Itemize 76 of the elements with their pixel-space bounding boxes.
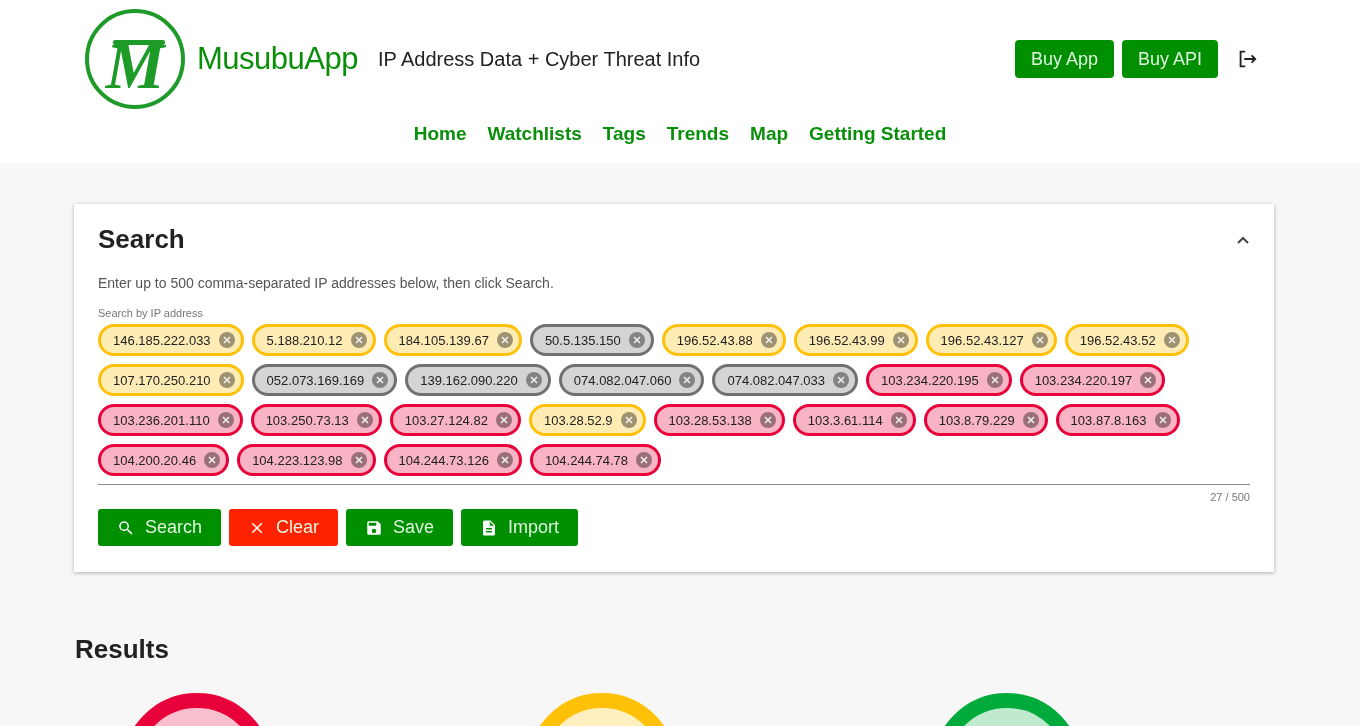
- ip-chip[interactable]: 103.3.61.114: [792, 404, 916, 436]
- instructions: Enter up to 500 comma-separated IP addresses below, then click Search.: [98, 275, 555, 291]
- field-label: Search by IP address: [98, 307, 204, 319]
- logo: M: [85, 9, 185, 109]
- ip-chip[interactable]: 103.8.79.229: [923, 404, 1048, 436]
- remove-icon[interactable]: [1031, 332, 1048, 348]
- remove-icon[interactable]: [1154, 412, 1171, 428]
- ip-chip[interactable]: 104.200.20.46: [98, 444, 230, 476]
- remove-icon[interactable]: [890, 412, 907, 428]
- ip-input-field[interactable]: [98, 324, 1250, 485]
- chevron-icon[interactable]: [1236, 234, 1250, 245]
- buy-button[interactable]: Buy App: [1014, 40, 1114, 78]
- results-title: Results: [75, 634, 170, 665]
- remove-icon[interactable]: [350, 332, 367, 348]
- ip-chip[interactable]: 103.27.124.82: [389, 404, 521, 436]
- remove-icon[interactable]: [218, 372, 235, 388]
- nav-link[interactable]: Tags: [602, 123, 646, 145]
- ip-chip[interactable]: 196.52.43.99: [793, 324, 918, 356]
- remove-icon[interactable]: [217, 412, 234, 428]
- ip-chip[interactable]: 5.188.210.12: [251, 324, 376, 356]
- remove-icon[interactable]: [833, 372, 850, 388]
- buy-button[interactable]: Buy API: [1121, 40, 1218, 78]
- remove-icon[interactable]: [350, 452, 367, 468]
- remove-icon[interactable]: [679, 372, 696, 388]
- ip-chip[interactable]: 103.87.8.163: [1055, 404, 1180, 436]
- remove-icon[interactable]: [760, 332, 777, 348]
- remove-icon[interactable]: [496, 332, 513, 348]
- search-icon: [117, 518, 135, 537]
- ip-chip[interactable]: 104.244.74.78: [529, 444, 662, 476]
- remove-icon[interactable]: [1022, 412, 1039, 428]
- remove-icon[interactable]: [356, 412, 373, 428]
- app-name: MusubuApp: [197, 41, 358, 77]
- remove-icon[interactable]: [986, 372, 1003, 388]
- ip-chip[interactable]: 052.073.169.169: [251, 364, 398, 396]
- remove-icon[interactable]: [759, 412, 776, 428]
- ip-chip[interactable]: 074.082.047.033: [712, 364, 859, 396]
- save-button[interactable]: Save: [346, 509, 454, 546]
- import-button[interactable]: Import: [461, 509, 579, 546]
- nav-link[interactable]: Watchlists: [487, 123, 582, 145]
- ip-chip[interactable]: 139.162.090.220: [405, 364, 551, 396]
- remove-icon[interactable]: [1140, 372, 1157, 388]
- ip-chip[interactable]: 104.223.123.98: [237, 444, 376, 476]
- ip-chip[interactable]: 103.234.220.197: [1019, 364, 1166, 396]
- char-counter: 27 / 500: [1209, 491, 1250, 503]
- ip-chip[interactable]: 184.105.139.67: [383, 324, 522, 356]
- ip-chip[interactable]: 103.236.201.110: [98, 404, 243, 436]
- remove-icon[interactable]: [525, 372, 542, 388]
- remove-icon[interactable]: [496, 452, 513, 468]
- remove-icon[interactable]: [636, 452, 653, 468]
- remove-icon[interactable]: [204, 452, 221, 468]
- remove-icon[interactable]: [495, 412, 512, 428]
- ip-chip[interactable]: 103.28.53.138: [653, 404, 785, 436]
- remove-icon[interactable]: [628, 332, 645, 348]
- nav-link[interactable]: Home: [413, 123, 467, 145]
- ip-chip[interactable]: 50.5.135.150: [529, 324, 654, 356]
- ip-chip[interactable]: 196.52.43.88: [661, 324, 786, 356]
- remove-icon[interactable]: [372, 372, 389, 388]
- ip-chip[interactable]: 103.234.220.195: [866, 364, 1012, 396]
- ip-chip[interactable]: 196.52.43.52: [1064, 324, 1189, 356]
- ip-chip[interactable]: 146.185.222.033: [98, 324, 244, 356]
- ip-chip[interactable]: 196.52.43.127: [925, 324, 1057, 356]
- remove-icon[interactable]: [620, 412, 637, 428]
- nav-link[interactable]: Getting Started: [809, 123, 947, 145]
- card-title: Search: [98, 224, 185, 255]
- ip-chip[interactable]: 103.250.73.13: [250, 404, 382, 436]
- remove-icon[interactable]: [1163, 332, 1180, 348]
- ip-chip[interactable]: 103.28.52.9: [528, 404, 646, 436]
- nav-link[interactable]: Map: [750, 123, 789, 145]
- search-button[interactable]: Search: [98, 509, 222, 546]
- nav-link[interactable]: Trends: [666, 123, 730, 145]
- ip-chip[interactable]: 104.244.73.126: [383, 444, 522, 476]
- ip-chip[interactable]: 107.170.250.210: [98, 364, 244, 396]
- ip-chip[interactable]: 074.082.047.060: [558, 364, 705, 396]
- tagline: IP Address Data + Cyber Threat Info: [377, 47, 702, 71]
- remove-icon[interactable]: [892, 332, 909, 348]
- remove-icon[interactable]: [218, 332, 235, 348]
